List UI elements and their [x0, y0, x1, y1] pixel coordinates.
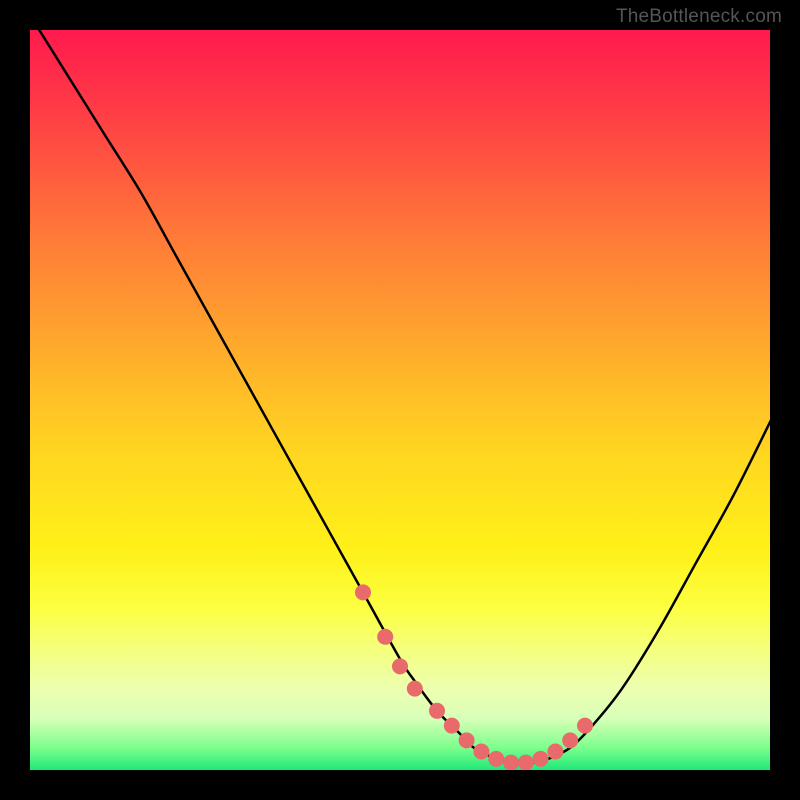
- chart-line-curve: [30, 30, 770, 763]
- chart-marker-dot: [562, 732, 578, 748]
- chart-svg: [30, 30, 770, 770]
- chart-marker-dot: [503, 755, 519, 770]
- chart-marker-group: [355, 584, 593, 770]
- chart-marker-dot: [488, 751, 504, 767]
- watermark-text: TheBottleneck.com: [616, 6, 782, 28]
- chart-marker-dot: [355, 584, 371, 600]
- chart-marker-dot: [473, 744, 489, 760]
- chart-marker-dot: [444, 718, 460, 734]
- chart-marker-dot: [518, 755, 534, 770]
- chart-plot-area: [30, 30, 770, 770]
- chart-marker-dot: [392, 658, 408, 674]
- chart-marker-dot: [377, 629, 393, 645]
- chart-marker-dot: [459, 732, 475, 748]
- chart-marker-dot: [429, 703, 445, 719]
- chart-marker-dot: [577, 718, 593, 734]
- chart-marker-dot: [547, 744, 563, 760]
- chart-marker-dot: [407, 681, 423, 697]
- chart-marker-dot: [533, 751, 549, 767]
